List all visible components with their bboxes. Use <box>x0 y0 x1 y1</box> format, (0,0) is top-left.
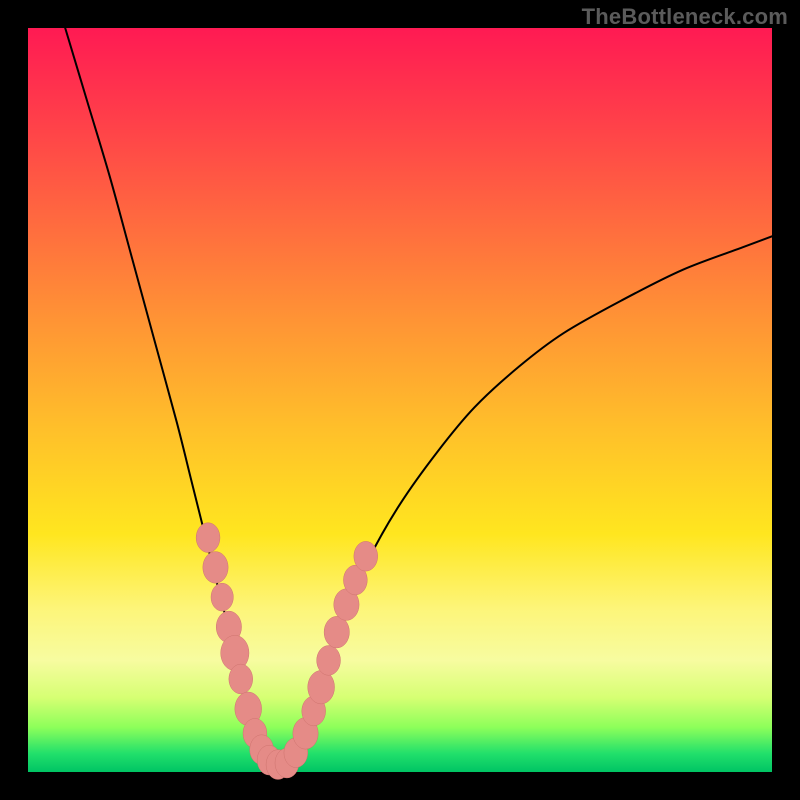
bottleneck-curve <box>65 28 772 765</box>
watermark-text: TheBottleneck.com <box>582 4 788 30</box>
curve-marker <box>203 552 228 584</box>
curve-marker <box>211 583 233 611</box>
chart-frame: TheBottleneck.com <box>0 0 800 800</box>
chart-plot-area <box>28 28 772 772</box>
curve-marker <box>196 523 220 553</box>
curve-marker <box>308 670 335 703</box>
curve-marker <box>354 541 378 571</box>
curve-marker <box>229 664 253 694</box>
curve-marker <box>324 616 349 648</box>
curve-marker <box>317 646 341 676</box>
curve-markers <box>196 523 378 780</box>
chart-svg <box>28 28 772 772</box>
